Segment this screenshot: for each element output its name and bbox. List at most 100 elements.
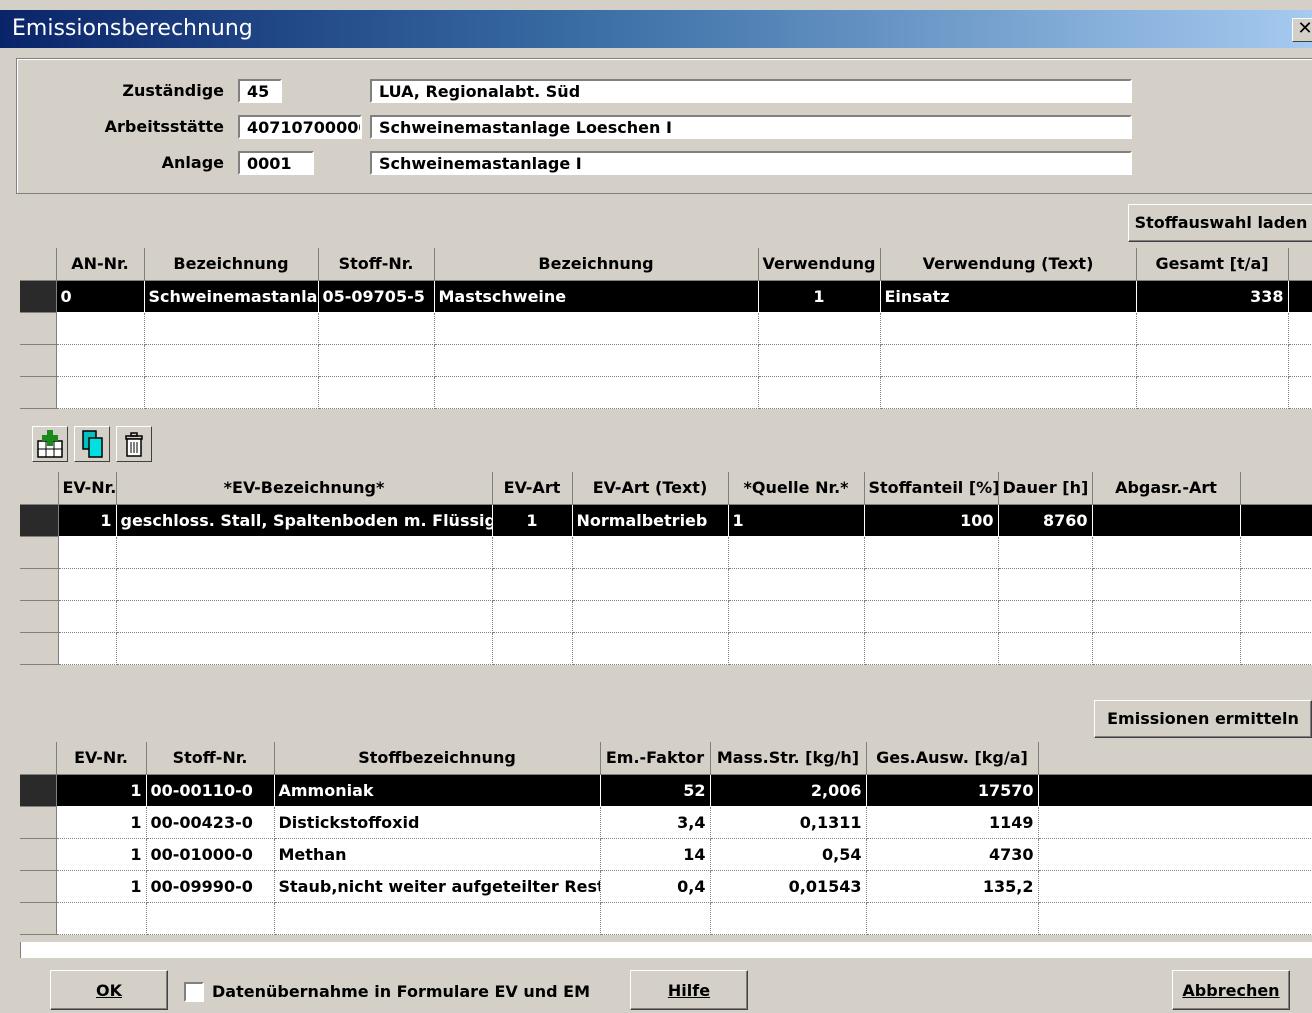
table-row[interactable] (20, 568, 1312, 601)
empty-cell[interactable] (146, 902, 275, 935)
ev-grid[interactable]: EV-Nr. *EV-Bezeichnung* EV-Art EV-Art (T… (20, 472, 1312, 665)
cell-em-faktor[interactable]: 14 (600, 838, 711, 871)
empty-cell[interactable] (864, 536, 999, 569)
empty-cell[interactable] (864, 632, 999, 665)
col-ges-ausw[interactable]: Ges.Ausw. [kg/a] (866, 742, 1039, 775)
empty-cell[interactable] (998, 536, 1093, 569)
cell-bezeichnung[interactable]: Schweinemastanla (144, 280, 319, 313)
empty-cell[interactable] (144, 376, 319, 409)
empty-cell[interactable] (318, 312, 435, 345)
stoffauswahl-laden-button[interactable]: Stoffauswahl laden (1128, 204, 1312, 242)
empty-cell[interactable] (728, 632, 865, 665)
empty-cell[interactable] (572, 632, 729, 665)
cell-stoff-nr[interactable]: 00-00423-0 (146, 806, 275, 839)
empty-cell[interactable] (880, 312, 1137, 345)
empty-cell[interactable] (58, 632, 117, 665)
cell-mass-str[interactable]: 0,54 (710, 838, 867, 871)
add-row-button[interactable] (32, 426, 68, 462)
empty-cell[interactable] (758, 344, 881, 377)
table-row[interactable]: 0 Schweinemastanla 05-09705-5 Mastschwei… (20, 280, 1312, 313)
ok-button[interactable]: OK (50, 970, 168, 1010)
empty-cell[interactable] (492, 568, 573, 601)
empty-cell[interactable] (434, 376, 759, 409)
table-row[interactable] (20, 344, 1312, 377)
row-indicator[interactable] (20, 870, 57, 903)
cell-ges-ausw[interactable]: 135,2 (866, 870, 1039, 903)
empty-cell[interactable] (864, 600, 999, 633)
empty-cell[interactable] (492, 536, 573, 569)
table-row[interactable]: 1 geschloss. Stall, Spaltenboden m. Flüs… (20, 504, 1312, 537)
cell-gesamt[interactable]: 338 (1136, 280, 1289, 313)
empty-cell[interactable] (116, 632, 493, 665)
table-row[interactable]: 1 00-00423-0 Distickstoffoxid 3,4 0,1311… (20, 806, 1312, 839)
empty-cell[interactable] (116, 568, 493, 601)
cell-an-nr[interactable]: 0 (56, 280, 145, 313)
cell-ges-ausw[interactable]: 1149 (866, 806, 1039, 839)
zustaendige-code-field[interactable]: 45 (238, 79, 282, 103)
table-row[interactable]: 1 00-01000-0 Methan 14 0,54 4730 (20, 838, 1312, 871)
cell-quelle-nr[interactable]: 1 (728, 504, 865, 537)
row-indicator[interactable] (20, 774, 57, 807)
cell-stoff-nr[interactable]: 00-09990-0 (146, 870, 275, 903)
empty-cell[interactable] (1092, 568, 1241, 601)
empty-cell[interactable] (56, 376, 145, 409)
empty-cell[interactable] (58, 536, 117, 569)
anlage-name-field[interactable]: Schweinemastanlage I (370, 151, 1132, 175)
emissionen-ermitteln-button[interactable]: Emissionen ermitteln (1094, 700, 1312, 738)
cell-stoff-nr[interactable]: 00-01000-0 (146, 838, 275, 871)
row-indicator[interactable] (20, 312, 57, 345)
col-abgasr-art[interactable]: Abgasr.-Art (1092, 472, 1241, 505)
cell-ev-art[interactable]: 1 (492, 504, 573, 537)
arbeitsstaette-name-field[interactable]: Schweinemastanlage Loeschen I (370, 115, 1132, 139)
cell-mass-str[interactable]: 2,006 (710, 774, 867, 807)
empty-cell[interactable] (56, 344, 145, 377)
empty-cell[interactable] (880, 344, 1137, 377)
empty-cell[interactable] (144, 344, 319, 377)
empty-cell[interactable] (58, 568, 117, 601)
col-stoffanteil[interactable]: Stoffanteil [%] (864, 472, 999, 505)
empty-cell[interactable] (600, 902, 711, 935)
empty-cell[interactable] (1136, 344, 1289, 377)
empty-cell[interactable] (572, 568, 729, 601)
table-row[interactable] (20, 902, 1312, 935)
cell-stoff-bezeichnung[interactable]: Mastschweine (434, 280, 759, 313)
cell-em-faktor[interactable]: 52 (600, 774, 711, 807)
col-stoff-bezeichnung[interactable]: Bezeichnung (434, 248, 759, 281)
table-row[interactable]: 1 00-00110-0 Ammoniak 52 2,006 17570 (20, 774, 1312, 807)
cell-ev-nr[interactable]: 1 (56, 838, 147, 871)
col-ev-nr[interactable]: EV-Nr. (56, 742, 147, 775)
row-indicator[interactable] (20, 600, 59, 633)
cell-ev-art-text[interactable]: Normalbetrieb (572, 504, 729, 537)
cell-em-faktor[interactable]: 3,4 (600, 806, 711, 839)
cell-stoffbezeichnung[interactable]: Methan (274, 838, 601, 871)
delete-button[interactable] (116, 426, 152, 462)
row-indicator[interactable] (20, 902, 57, 935)
cell-stoff-nr[interactable]: 00-00110-0 (146, 774, 275, 807)
col-ev-nr[interactable]: EV-Nr. (58, 472, 117, 505)
table-row[interactable]: 1 00-09990-0 Staub,nicht weiter aufgetei… (20, 870, 1312, 903)
empty-cell[interactable] (998, 600, 1093, 633)
empty-cell[interactable] (758, 312, 881, 345)
empty-cell[interactable] (318, 344, 435, 377)
cell-dauer[interactable]: 8760 (998, 504, 1093, 537)
cell-abgasr-art[interactable] (1092, 504, 1241, 537)
row-indicator[interactable] (20, 536, 59, 569)
col-em-faktor[interactable]: Em.-Faktor (600, 742, 711, 775)
table-row[interactable] (20, 632, 1312, 665)
empty-cell[interactable] (492, 600, 573, 633)
cell-stoff-nr[interactable]: 05-09705-5 (318, 280, 435, 313)
col-verwendung-text[interactable]: Verwendung (Text) (880, 248, 1137, 281)
abbrechen-button[interactable]: Abbrechen (1172, 970, 1290, 1010)
cell-ev-nr[interactable]: 1 (56, 806, 147, 839)
close-icon[interactable]: ✕ (1292, 18, 1312, 42)
empty-cell[interactable] (434, 344, 759, 377)
emissions-grid[interactable]: EV-Nr. Stoff-Nr. Stoffbezeichnung Em.-Fa… (20, 742, 1312, 935)
table-row[interactable] (20, 600, 1312, 633)
empty-cell[interactable] (710, 902, 867, 935)
row-indicator[interactable] (20, 504, 59, 537)
empty-cell[interactable] (56, 312, 145, 345)
empty-cell[interactable] (572, 600, 729, 633)
row-indicator[interactable] (20, 568, 59, 601)
cell-verwendung-text[interactable]: Einsatz (880, 280, 1137, 313)
datenuebernahme-checkbox[interactable] (184, 982, 204, 1002)
